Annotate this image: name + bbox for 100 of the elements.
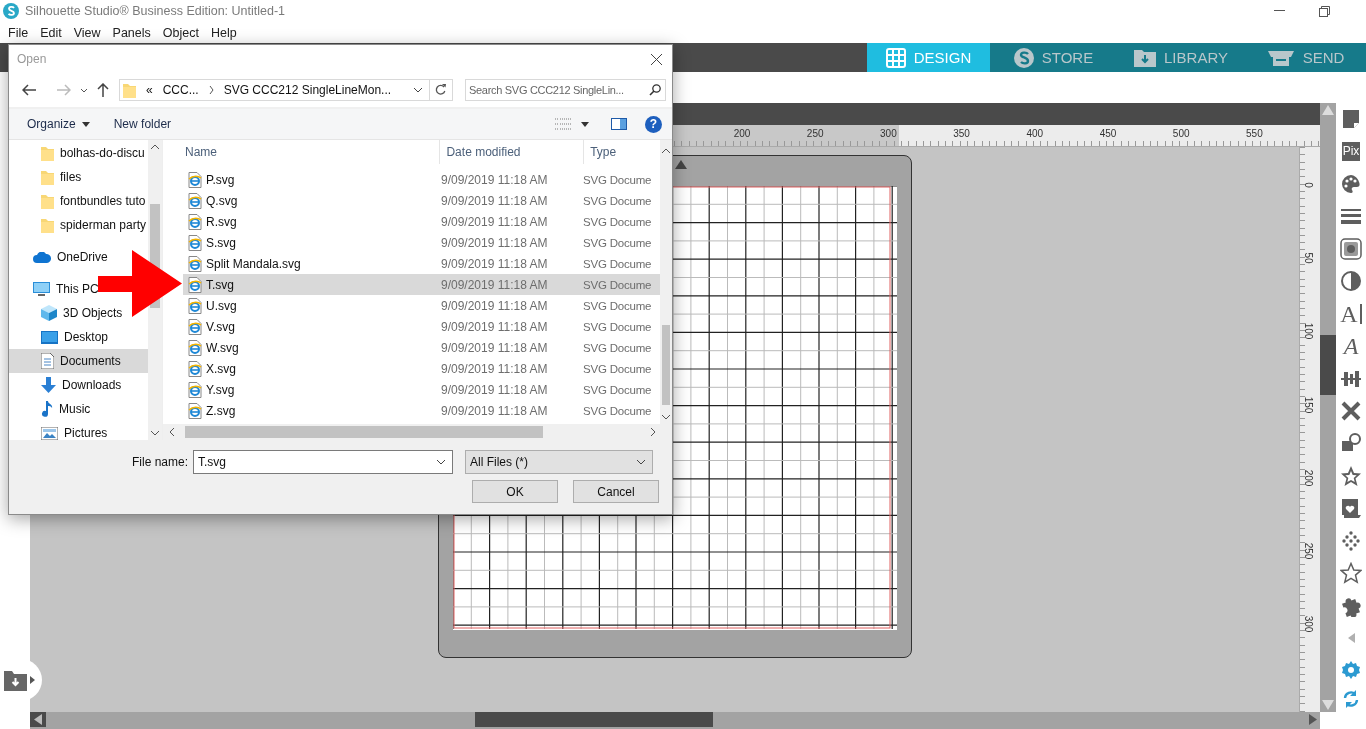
menu-item[interactable]: Panels bbox=[106, 25, 157, 40]
dropdown-caret-icon[interactable] bbox=[436, 459, 446, 465]
file-row[interactable]: S.svg 9/09/2019 11:18 AM SVG Docume bbox=[183, 232, 660, 253]
cancel-button[interactable]: Cancel bbox=[573, 480, 659, 503]
menu-item[interactable]: Object bbox=[156, 25, 205, 40]
contrast-icon[interactable] bbox=[1340, 270, 1362, 293]
scroll-thumb[interactable] bbox=[475, 712, 713, 727]
minimize-icon[interactable] bbox=[1274, 10, 1285, 12]
breadcrumb[interactable]: CCC... bbox=[162, 83, 199, 97]
preview-pane-icon[interactable] bbox=[611, 118, 627, 130]
address-bar[interactable]: « CCC... SVG CCC212 SingleLineMon... bbox=[119, 79, 453, 101]
page-icon[interactable] bbox=[1340, 108, 1362, 131]
breadcrumb[interactable]: SVG CCC212 SingleLineMon... bbox=[223, 83, 392, 97]
file-row[interactable]: V.svg 9/09/2019 11:18 AM SVG Docume bbox=[183, 316, 660, 337]
file-icon bbox=[188, 171, 202, 188]
help-icon[interactable]: ? bbox=[645, 115, 662, 133]
column-header[interactable]: Date modified bbox=[440, 140, 585, 164]
dropdown-caret-icon[interactable] bbox=[413, 87, 423, 93]
sketch-font-icon[interactable]: A bbox=[1343, 334, 1359, 359]
dropdown-caret-icon[interactable] bbox=[581, 121, 589, 127]
pix-icon[interactable]: Pix bbox=[1341, 142, 1361, 162]
scrollbar[interactable] bbox=[660, 140, 672, 424]
file-row[interactable]: R.svg 9/09/2019 11:18 AM SVG Docume bbox=[183, 211, 660, 232]
file-row[interactable]: U.svg 9/09/2019 11:18 AM SVG Docume bbox=[183, 295, 660, 316]
menu-item[interactable]: Edit bbox=[34, 25, 68, 40]
restore-icon[interactable] bbox=[1319, 5, 1330, 17]
file-date: 9/09/2019 11:18 AM bbox=[440, 382, 549, 397]
dropdown-caret-icon[interactable] bbox=[636, 459, 646, 465]
file-row[interactable]: Y.svg 9/09/2019 11:18 AM SVG Docume bbox=[183, 379, 660, 400]
dots-icon[interactable] bbox=[1340, 529, 1362, 552]
scroll-left-icon[interactable] bbox=[30, 712, 46, 727]
ok-button[interactable]: OK bbox=[472, 480, 558, 503]
history-caret-icon[interactable] bbox=[80, 87, 88, 93]
star-badge-icon[interactable] bbox=[1340, 464, 1362, 487]
back-arrow-icon[interactable] bbox=[22, 84, 36, 96]
scroll-up-icon[interactable] bbox=[662, 148, 670, 153]
column-header[interactable]: Type bbox=[584, 140, 660, 164]
file-name: Z.svg bbox=[206, 403, 236, 418]
ruler-label: 200 bbox=[733, 128, 751, 139]
scroll-up-icon[interactable] bbox=[151, 144, 159, 149]
grid-icon bbox=[885, 47, 906, 68]
close-icon[interactable] bbox=[651, 53, 662, 65]
nav-item[interactable]: bolhas-do-discu bbox=[9, 141, 148, 165]
breadcrumb-overflow[interactable]: « bbox=[146, 83, 153, 97]
scroll-right-icon[interactable] bbox=[651, 428, 656, 436]
column-header[interactable]: Name bbox=[163, 140, 441, 164]
organize-button[interactable]: Organize bbox=[19, 113, 98, 135]
star-icon[interactable] bbox=[1340, 562, 1362, 585]
folder-download-icon[interactable] bbox=[4, 669, 27, 691]
file-name: X.svg bbox=[206, 361, 236, 376]
file-icon bbox=[188, 402, 202, 419]
vertical-scrollbar[interactable] bbox=[1320, 103, 1336, 712]
folder-icon bbox=[41, 145, 54, 161]
scroll-down-icon[interactable] bbox=[151, 431, 159, 436]
sync-icon[interactable] bbox=[1341, 689, 1361, 710]
scroll-thumb[interactable] bbox=[185, 426, 543, 438]
file-date: 9/09/2019 11:18 AM bbox=[440, 193, 549, 208]
folder-download-icon bbox=[1134, 48, 1157, 67]
horizontal-scrollbar[interactable] bbox=[30, 712, 1320, 729]
scroll-left-icon[interactable] bbox=[169, 428, 174, 436]
new-folder-button[interactable]: New folder bbox=[105, 113, 180, 135]
file-type: SVG Docume bbox=[582, 320, 653, 333]
file-name: Y.svg bbox=[206, 382, 235, 397]
ruler-label: 200 bbox=[1303, 469, 1314, 487]
expand-arrow-icon[interactable] bbox=[30, 676, 35, 684]
file-date: 9/09/2019 11:18 AM bbox=[440, 319, 549, 334]
ruler-label: 350 bbox=[953, 128, 970, 139]
file-row[interactable]: T.svg 9/09/2019 11:18 AM SVG Docume bbox=[183, 274, 660, 295]
nav-item[interactable]: Documents bbox=[9, 349, 148, 373]
settings-icon[interactable] bbox=[1341, 660, 1361, 681]
trace-icon[interactable] bbox=[1340, 400, 1362, 422]
menu-item[interactable]: View bbox=[67, 25, 107, 40]
file-name-field[interactable]: T.svg bbox=[193, 450, 453, 474]
scrollbar[interactable] bbox=[163, 424, 672, 440]
scroll-thumb[interactable] bbox=[1320, 335, 1336, 395]
palette-icon[interactable] bbox=[1340, 173, 1362, 196]
ruler-label: 150 bbox=[1303, 396, 1314, 413]
file-row[interactable]: W.svg 9/09/2019 11:18 AM SVG Docume bbox=[183, 337, 660, 358]
up-arrow-icon[interactable] bbox=[97, 83, 109, 97]
folder-icon bbox=[41, 193, 54, 209]
image-heart-icon[interactable] bbox=[1340, 497, 1362, 520]
ruler-label: 400 bbox=[1026, 128, 1044, 139]
search-field[interactable]: Search SVG CCC212 SingleLin... bbox=[465, 79, 666, 101]
file-row[interactable]: X.svg 9/09/2019 11:18 AM SVG Docume bbox=[183, 358, 660, 379]
file-row[interactable]: Q.svg 9/09/2019 11:18 AM SVG Docume bbox=[183, 190, 660, 211]
file-row[interactable]: Z.svg 9/09/2019 11:18 AM SVG Docume bbox=[183, 400, 660, 421]
document-icon bbox=[41, 353, 54, 369]
dialog-title: Open bbox=[17, 52, 47, 66]
refresh-icon[interactable] bbox=[435, 84, 447, 96]
file-name: V.svg bbox=[206, 319, 235, 334]
file-type-dropdown[interactable]: All Files (*) bbox=[465, 450, 653, 474]
menu-item[interactable]: Help bbox=[204, 25, 243, 40]
menu-item[interactable]: File bbox=[2, 25, 35, 40]
scroll-thumb[interactable] bbox=[662, 325, 670, 405]
file-row[interactable]: P.svg 9/09/2019 11:18 AM SVG Docume bbox=[183, 169, 660, 190]
file-date: 9/09/2019 11:18 AM bbox=[440, 340, 549, 355]
ruler-label: 50 bbox=[1303, 252, 1314, 264]
scroll-down-icon[interactable] bbox=[662, 415, 670, 420]
file-row[interactable]: Split Mandala.svg 9/09/2019 11:18 AM SVG Docume bbox=[183, 253, 660, 274]
fill-pattern-icon[interactable] bbox=[1340, 237, 1362, 260]
